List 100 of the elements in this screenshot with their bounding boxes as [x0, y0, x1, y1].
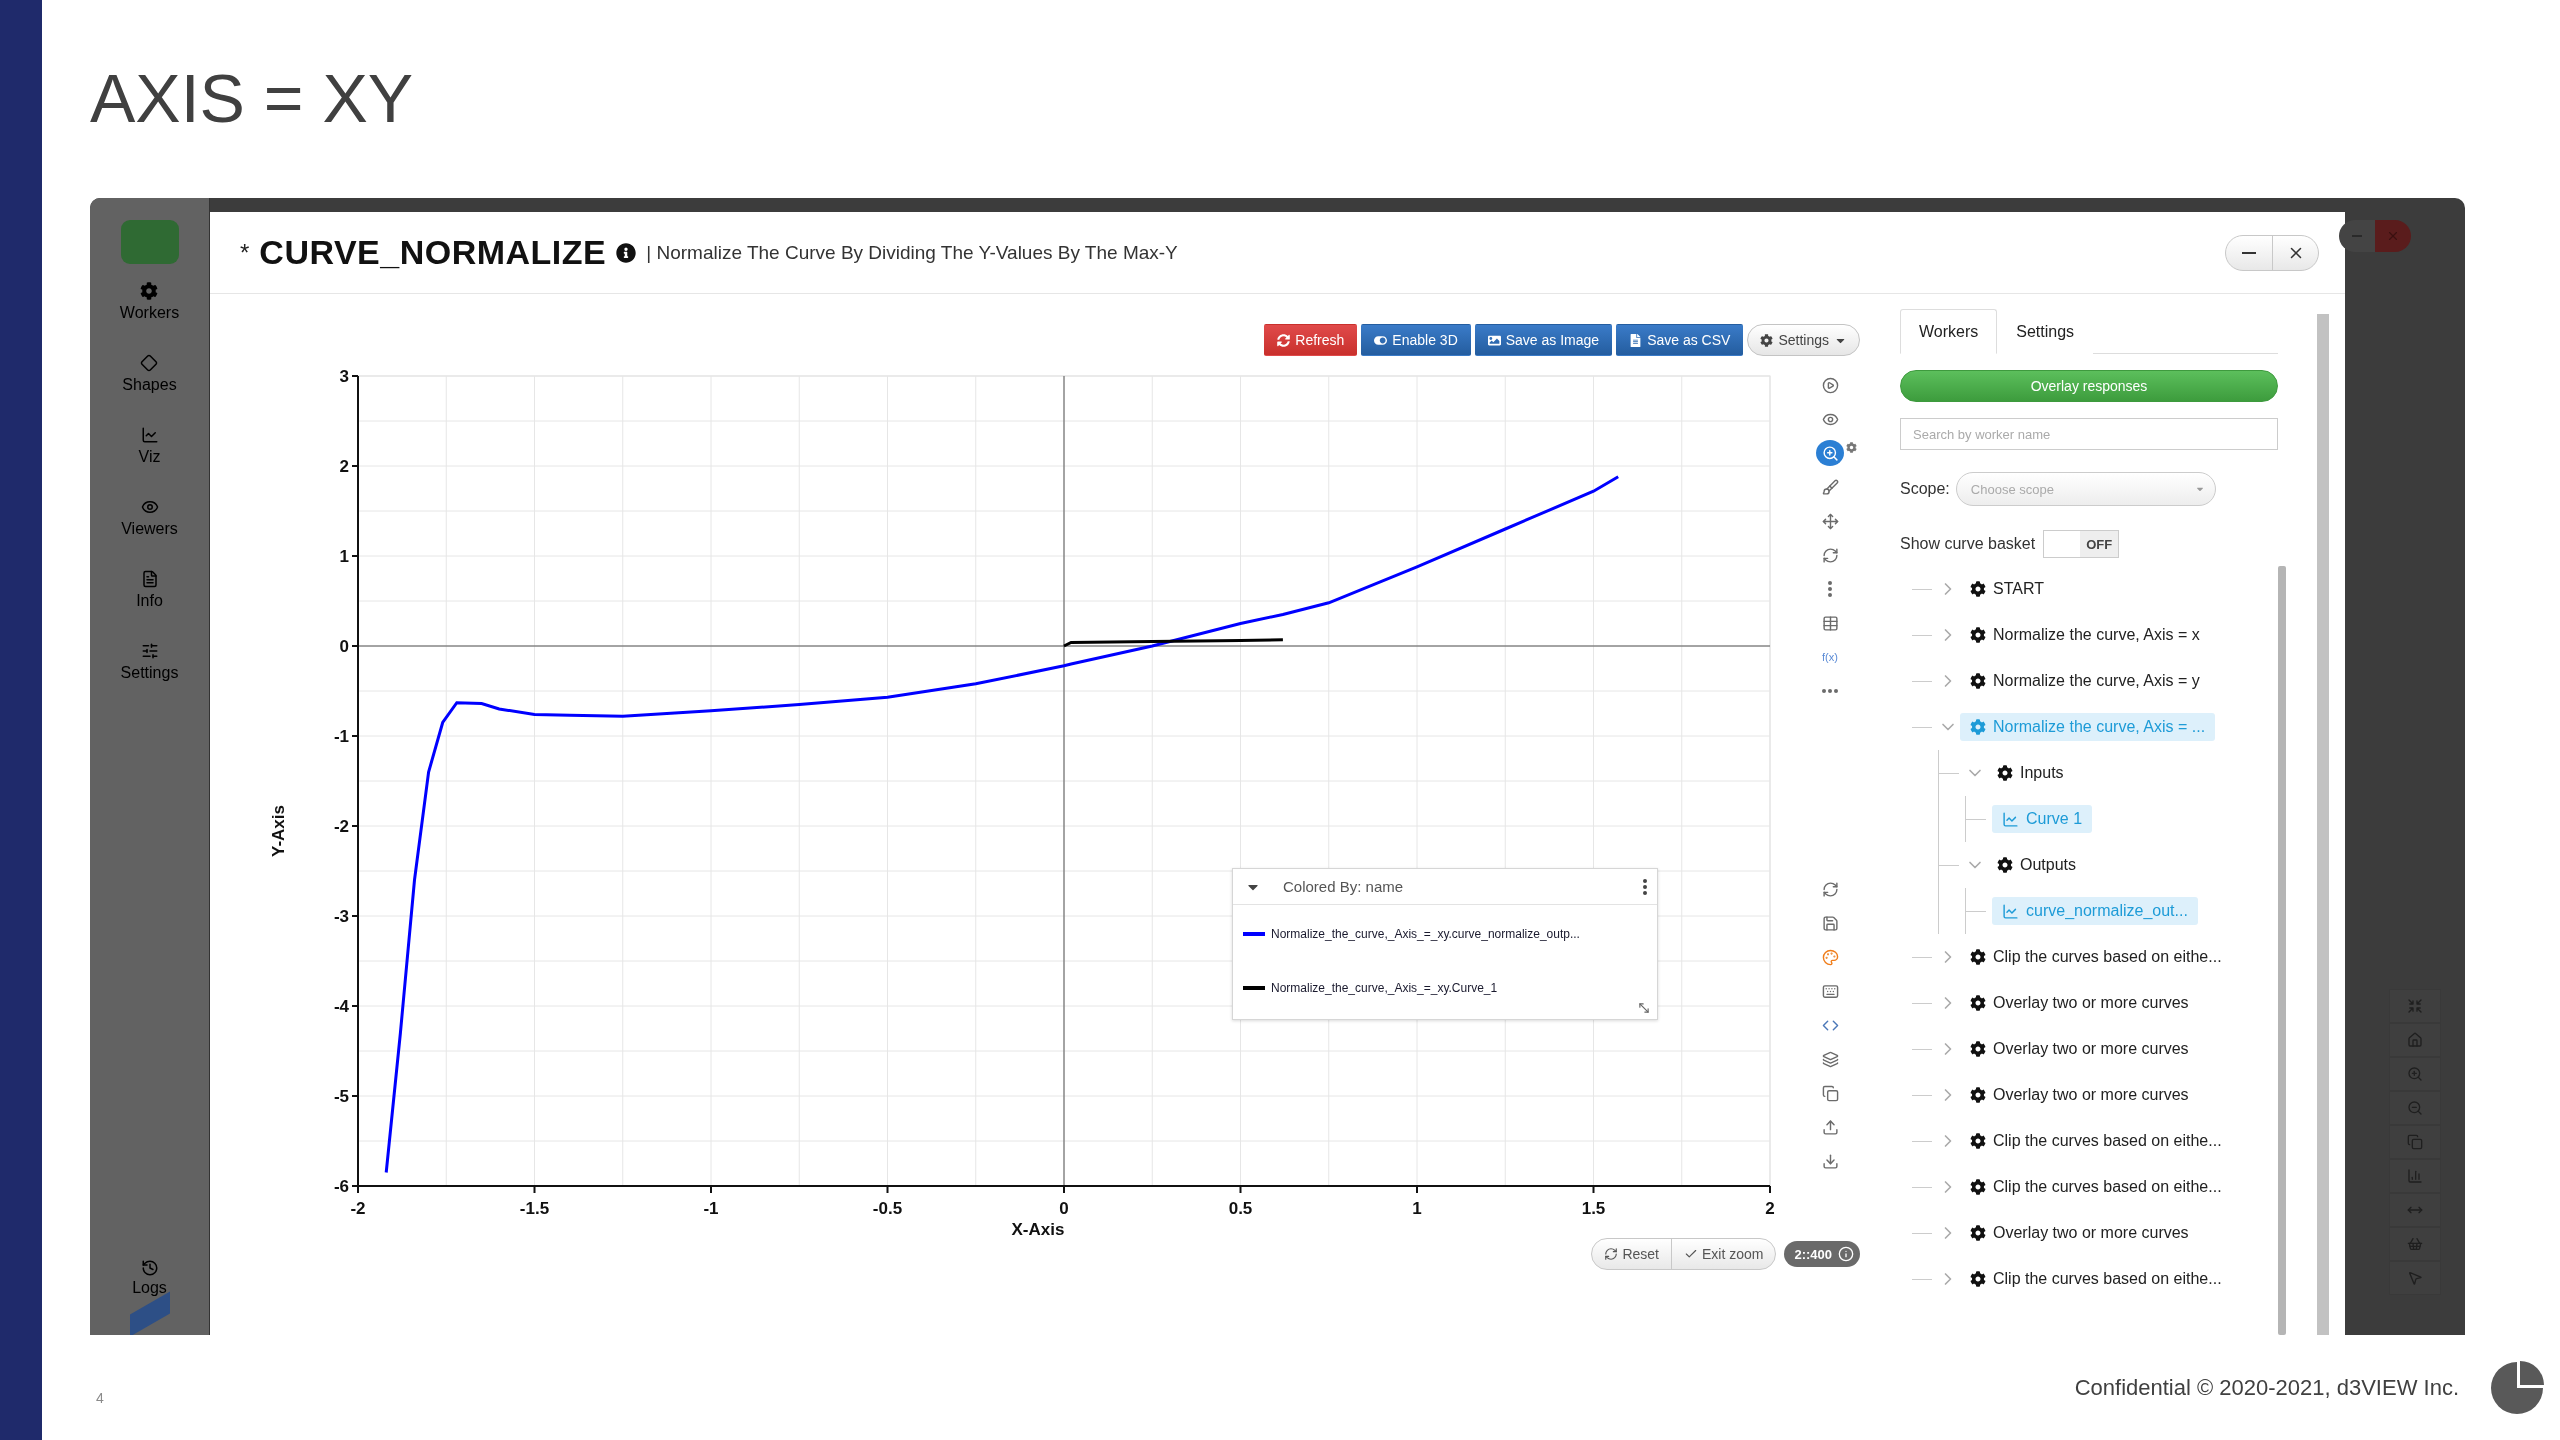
tree-item[interactable]: Clip the curves based on eithe... [1960, 1265, 2232, 1293]
gear-icon [1970, 673, 1986, 689]
tick-label: -2 [333, 817, 349, 836]
tick-label: 1 [339, 547, 349, 566]
toolbar-button[interactable]: Settings [1747, 324, 1860, 356]
refresh-icon [1821, 880, 1839, 898]
zoom-out-icon [2407, 1100, 2423, 1116]
tree-item[interactable]: Overlay two or more curves [1960, 1219, 2199, 1247]
gear-icon [1970, 1133, 1986, 1149]
palette-icon [1821, 948, 1839, 966]
toolbar-button[interactable]: Refresh [1264, 324, 1358, 356]
toggle-switch[interactable]: OFF [2043, 530, 2120, 558]
tree-item[interactable]: START [1960, 575, 2054, 603]
gear-icon [1970, 627, 1986, 643]
exit-zoom-button[interactable]: Exit zoom [1670, 1239, 1776, 1269]
gear-icon [1970, 581, 1986, 597]
refresh-icon [1821, 546, 1839, 564]
pie-chart-icon [2489, 1359, 2545, 1416]
gear-icon [1970, 1179, 1986, 1195]
more-dots-icon[interactable] [1822, 689, 1838, 693]
line-chart-icon [2002, 902, 2019, 920]
line-chart-icon [2002, 810, 2019, 828]
legend-label: Normalize_the_curve,_Axis_=_xy.curve_normalize_outp... [1271, 927, 1580, 941]
file-icon [1629, 333, 1643, 347]
modal-title: CURVE_NORMALIZE [259, 233, 607, 272]
tree-item[interactable]: Overlay two or more curves [1960, 989, 2199, 1017]
tick-label: -5 [333, 1087, 349, 1106]
image-icon [1487, 333, 1501, 347]
tick-label: -6 [333, 1177, 349, 1196]
tree-item[interactable]: Overlay two or more curves [1960, 1035, 2199, 1063]
info-icon[interactable] [616, 242, 637, 263]
tick-label: -3 [333, 907, 349, 926]
eye-icon[interactable] [140, 498, 159, 516]
tree-item[interactable]: Overlay two or more curves [1960, 1081, 2199, 1109]
brush-icon [1821, 478, 1839, 496]
pointer-icon [2407, 1270, 2423, 1286]
diamond-icon[interactable] [140, 354, 159, 372]
search-field[interactable]: Search by worker name [1900, 418, 2278, 450]
tree-item[interactable]: Normalize the curve, Axis = x [1960, 621, 2210, 649]
close-icon [2386, 229, 2400, 243]
tick-label: -1.5 [519, 1199, 550, 1218]
tick-label: -0.5 [872, 1199, 903, 1218]
shrink-icon [2407, 998, 2423, 1014]
scrollbar[interactable] [2278, 566, 2286, 1335]
scope-label: Scope: [1900, 480, 1950, 498]
settings-icon[interactable] [1846, 442, 1857, 453]
tick-label: -4 [333, 997, 349, 1016]
function-tool[interactable]: f(x) [1816, 644, 1844, 670]
zoom-in-tool[interactable] [1816, 440, 1844, 466]
legend-label: Normalize_the_curve,_Axis_=_xy.Curve_1 [1271, 981, 1498, 995]
table-icon [1821, 614, 1839, 632]
page-number: 4 [96, 1389, 104, 1406]
gear-icon [1970, 719, 1986, 735]
logo-icon [120, 220, 179, 264]
modified-marker: * [240, 238, 250, 267]
tree-item[interactable]: Clip the curves based on eithe... [1960, 943, 2232, 971]
gear-icon [1760, 333, 1774, 347]
refresh-icon [1277, 333, 1291, 347]
history-icon[interactable] [140, 1259, 159, 1277]
keyboard-icon [1821, 982, 1839, 1000]
copy-icon [1821, 1084, 1839, 1102]
toolbar-button[interactable]: Save as CSV [1616, 324, 1744, 356]
basket-icon [2407, 1236, 2423, 1252]
tick-label: 2 [1765, 1199, 1775, 1218]
vertical-dots-icon[interactable] [1828, 581, 1832, 597]
line-chart-icon[interactable] [140, 426, 159, 444]
tick-label: 1 [1412, 1199, 1422, 1218]
footer-text: Confidential © 2020-2021, d3VIEW Inc. [2074, 1374, 2459, 1401]
tick-label: -1 [703, 1199, 719, 1218]
gear-icon[interactable] [140, 282, 159, 300]
download-icon [1821, 1152, 1839, 1170]
save-icon [1821, 914, 1839, 932]
layers-icon [1821, 1050, 1839, 1068]
gear-icon [1970, 1087, 1986, 1103]
bar-chart-icon [2407, 1168, 2423, 1184]
modal-description: | Normalize The Curve By Dividing The Y-Values By The Max-Y [646, 241, 1178, 264]
gear-icon [1997, 765, 2013, 781]
panel-tab[interactable]: Workers [1900, 309, 1998, 354]
zoom-in-icon [1821, 444, 1839, 462]
check-icon [1683, 1247, 1698, 1261]
zoom-in-icon [2407, 1066, 2423, 1082]
gear-icon [1997, 857, 2013, 873]
copy-icon [2407, 1134, 2423, 1150]
toolbar-button[interactable]: Save as Image [1474, 324, 1613, 356]
reset-button[interactable]: Reset [1592, 1239, 1671, 1269]
document-icon[interactable] [140, 570, 159, 588]
slide-title: AXIS = XY [90, 59, 415, 138]
kebab-menu-icon[interactable] [1643, 878, 1647, 895]
scrollbar[interactable] [2317, 314, 2329, 1335]
move-arrows-icon [1821, 512, 1839, 530]
tree-item[interactable]: Clip the curves based on eithe... [1960, 1127, 2232, 1155]
home-icon [2407, 1032, 2423, 1048]
tree-item[interactable]: Clip the curves based on eithe... [1960, 1173, 2232, 1201]
toggle-icon [1374, 333, 1388, 347]
tree-item[interactable]: Inputs [1987, 759, 2074, 787]
toolbar-button[interactable]: Enable 3D [1361, 324, 1471, 356]
minimize-button[interactable] [2339, 220, 2375, 252]
tree-item[interactable]: Outputs [1987, 851, 2087, 879]
sliders-icon[interactable] [140, 642, 159, 660]
tree-item[interactable]: Normalize the curve, Axis = y [1960, 667, 2210, 695]
